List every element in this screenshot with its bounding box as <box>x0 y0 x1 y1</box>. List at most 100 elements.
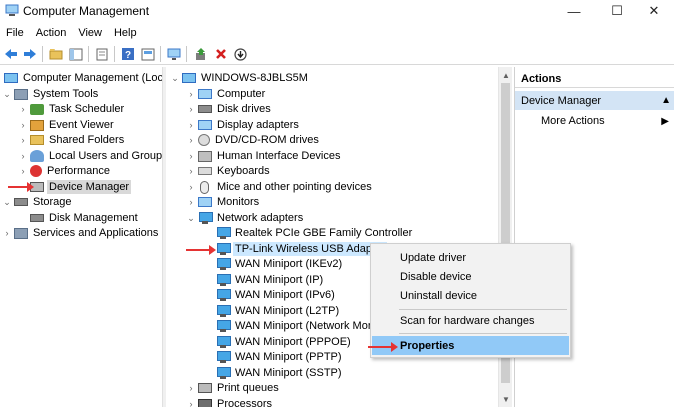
annotation-arrow-device-manager <box>8 182 34 192</box>
export-list-icon[interactable] <box>94 46 110 62</box>
chevron-right-icon[interactable]: › <box>186 120 196 130</box>
actions-header: Actions <box>515 71 674 88</box>
console-tree-pane: Computer Management (Local ⌄ System Tool… <box>0 67 162 407</box>
network-adapter-item-selected[interactable]: TP-Link Wireless USB Adapter <box>214 241 387 257</box>
help-icon[interactable]: ? <box>120 46 136 62</box>
update-driver-icon[interactable] <box>193 46 209 62</box>
menu-item-disable-device[interactable]: Disable device <box>372 267 569 286</box>
chevron-right-icon[interactable]: › <box>186 151 196 161</box>
tree-item-storage[interactable]: ⌄ Storage <box>2 194 74 210</box>
network-adapter-item[interactable]: WAN Miniport (L2TP) <box>214 303 341 319</box>
actions-section-device-manager[interactable]: Device Manager ▲ <box>515 91 674 110</box>
annotation-arrow-tp-link <box>186 245 216 255</box>
chevron-down-icon[interactable]: ⌄ <box>2 89 12 100</box>
device-category-mice[interactable]: › Mice and other pointing devices <box>186 179 374 195</box>
minimize-button[interactable]: — <box>554 0 594 22</box>
toolbar-separator <box>42 46 43 62</box>
network-adapter-item[interactable]: WAN Miniport (PPTP) <box>214 349 344 365</box>
uninstall-x-icon[interactable] <box>213 46 229 62</box>
tree-item-event-viewer[interactable]: › Event Viewer <box>18 117 116 133</box>
menu-view[interactable]: View <box>72 24 108 43</box>
tree-item-shared-folders[interactable]: › Shared Folders <box>18 132 126 148</box>
network-adapter-item[interactable]: WAN Miniport (SSTP) <box>214 365 344 381</box>
device-category-processors[interactable]: › Processors <box>186 396 274 407</box>
tree-item-system-tools[interactable]: ⌄ System Tools <box>2 86 100 102</box>
tree-item-services-applications[interactable]: › Services and Applications <box>2 225 160 241</box>
network-adapter-icon <box>216 335 231 349</box>
chevron-down-icon[interactable]: ⌄ <box>186 213 196 224</box>
monitor-icon[interactable] <box>166 46 182 62</box>
device-category-computer[interactable]: › Computer <box>186 86 267 102</box>
menu-help[interactable]: Help <box>108 24 143 43</box>
chevron-right-icon[interactable]: › <box>186 166 196 176</box>
chevron-down-icon[interactable]: ⌄ <box>2 197 12 208</box>
chevron-right-icon[interactable]: › <box>18 166 28 176</box>
svg-text:?: ? <box>125 50 131 61</box>
download-circle-icon[interactable] <box>232 46 248 62</box>
close-button[interactable]: ✕ <box>634 0 674 22</box>
device-category-monitors[interactable]: › Monitors <box>186 194 261 210</box>
more-actions-item[interactable]: More Actions ▶ <box>541 113 674 129</box>
tree-item-disk-management[interactable]: Disk Management <box>28 210 140 226</box>
network-adapter-item[interactable]: WAN Miniport (PPPOE) <box>214 334 353 350</box>
device-tree-root[interactable]: ⌄ WINDOWS-8JBLS5M <box>170 70 310 86</box>
disk-drive-icon <box>198 105 212 113</box>
tree-root-computer-management[interactable]: Computer Management (Local <box>2 70 162 86</box>
network-adapter-item[interactable]: Realtek PCIe GBE Family Controller <box>214 225 414 241</box>
chevron-right-icon[interactable]: › <box>186 89 196 99</box>
network-adapter-item[interactable]: WAN Miniport (IKEv2) <box>214 256 344 272</box>
chevron-right-icon[interactable]: › <box>186 135 196 145</box>
device-category-disk-drives[interactable]: › Disk drives <box>186 101 273 117</box>
device-category-network-adapters[interactable]: ⌄ Network adapters <box>186 210 305 226</box>
menu-item-update-driver[interactable]: Update driver <box>372 248 569 267</box>
tree-item-local-users[interactable]: › Local Users and Groups <box>18 148 162 164</box>
scroll-down-arrow-icon[interactable]: ▼ <box>499 392 513 406</box>
device-category-print-queues[interactable]: › Print queues <box>186 380 281 396</box>
device-category-hid[interactable]: › Human Interface Devices <box>186 148 343 164</box>
scroll-up-arrow-icon[interactable]: ▲ <box>499 68 513 82</box>
chevron-down-icon[interactable]: ⌄ <box>170 73 180 84</box>
chevron-right-icon[interactable]: › <box>18 120 28 130</box>
network-adapter-icon <box>216 226 231 240</box>
show-hide-tree-icon[interactable] <box>68 46 84 62</box>
processor-icon <box>198 399 212 407</box>
toolbar-separator <box>186 46 187 62</box>
chevron-right-icon[interactable]: › <box>18 104 28 114</box>
chevron-right-icon[interactable]: › <box>186 383 196 393</box>
network-adapter-item[interactable]: WAN Miniport (IP) <box>214 272 325 288</box>
chevron-right-icon[interactable]: › <box>186 197 196 207</box>
chevron-right-icon[interactable]: › <box>186 182 196 192</box>
network-adapter-item[interactable]: WAN Miniport (IPv6) <box>214 287 337 303</box>
network-adapter-item[interactable]: WAN Miniport (Network Mon <box>214 318 376 334</box>
menu-file[interactable]: File <box>0 24 30 43</box>
toolbar-separator <box>88 46 89 62</box>
forward-arrow-icon[interactable] <box>22 46 38 62</box>
tree-item-device-manager[interactable]: Device Manager <box>28 179 132 195</box>
tree-item-performance[interactable]: › Performance <box>18 163 112 179</box>
network-adapter-icon <box>216 242 231 256</box>
back-arrow-icon[interactable] <box>3 46 19 62</box>
properties-sheet-icon[interactable] <box>140 46 156 62</box>
network-adapter-icon <box>216 257 231 271</box>
maximize-button[interactable]: ☐ <box>597 0 637 22</box>
tree-item-task-scheduler[interactable]: › Task Scheduler <box>18 101 126 117</box>
network-adapter-icon <box>198 211 213 225</box>
menu-bar: File Action View Help <box>0 24 674 43</box>
menu-action[interactable]: Action <box>30 24 73 43</box>
menu-item-properties[interactable]: Properties <box>372 336 569 355</box>
chevron-right-icon[interactable]: › <box>18 135 28 145</box>
collapse-triangle-icon[interactable]: ▲ <box>661 95 671 106</box>
menu-item-scan-hardware[interactable]: Scan for hardware changes <box>372 311 569 330</box>
up-folder-icon[interactable] <box>48 46 64 62</box>
event-viewer-icon <box>30 119 44 131</box>
chevron-right-icon[interactable]: › <box>186 104 196 114</box>
chevron-right-icon[interactable]: › <box>186 399 196 407</box>
device-category-dvd[interactable]: › DVD/CD-ROM drives <box>186 132 321 148</box>
menu-item-uninstall-device[interactable]: Uninstall device <box>372 286 569 305</box>
device-category-display-adapters[interactable]: › Display adapters <box>186 117 301 133</box>
device-category-keyboards[interactable]: › Keyboards <box>186 163 272 179</box>
network-adapter-icon <box>216 304 231 318</box>
chevron-right-icon[interactable]: › <box>18 151 28 161</box>
chevron-right-icon[interactable]: › <box>2 228 12 238</box>
computer-management-icon <box>4 73 18 83</box>
